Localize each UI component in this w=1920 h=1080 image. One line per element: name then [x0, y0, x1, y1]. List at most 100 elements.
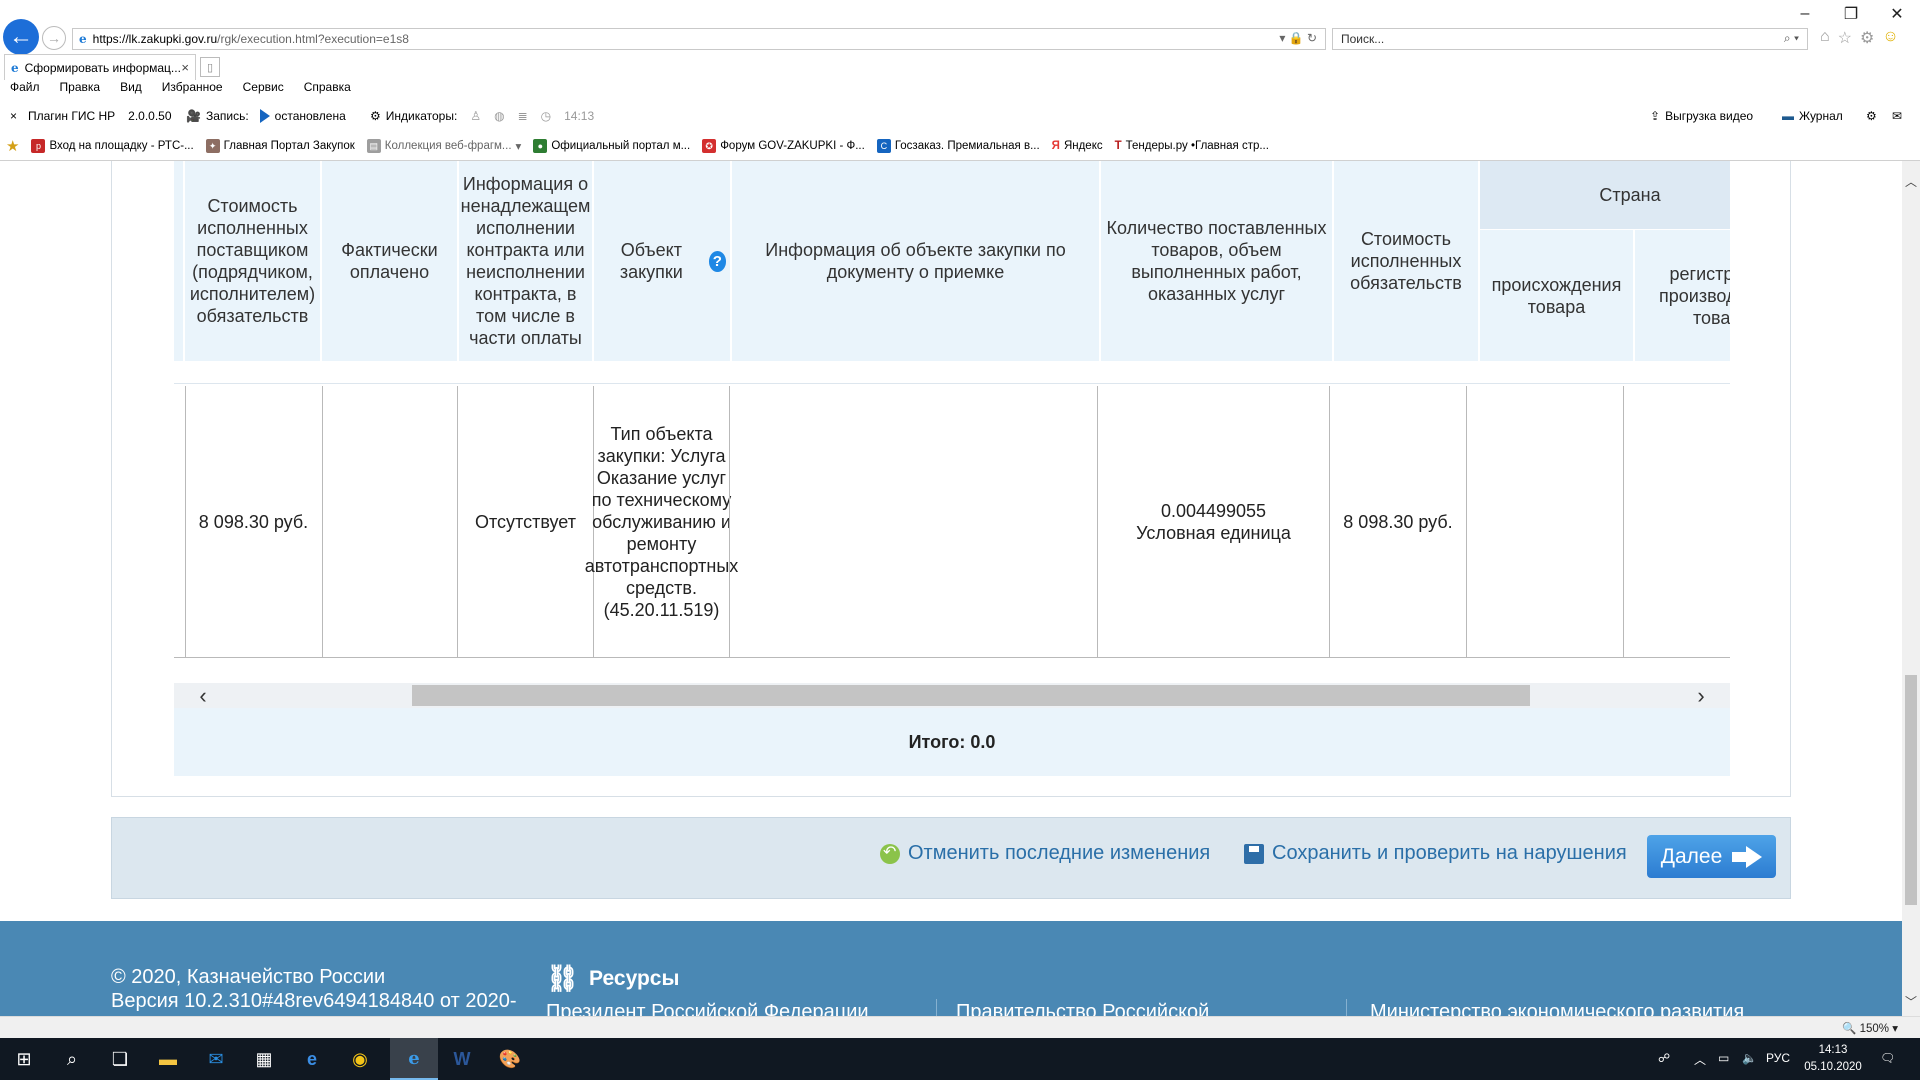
fav-link-official-portal[interactable]: ● Официальный портал м...	[533, 139, 690, 153]
undo-changes-link[interactable]: Отменить последние изменения	[880, 842, 1210, 865]
plugin-settings-icon[interactable]: ⚙	[1866, 109, 1877, 123]
zoom-control[interactable]: 🔍 150% ▾	[1842, 1021, 1898, 1035]
fav-label: Яндекс	[1063, 140, 1103, 152]
header-quantity: Количество поставленных товаров, объем в…	[1101, 161, 1333, 361]
scroll-thumb[interactable]	[412, 685, 1530, 706]
folder-icon: ▬	[1782, 109, 1794, 123]
close-window-icon[interactable]: ✕	[1874, 0, 1920, 28]
cell-cost-executed: 8 098.30 руб.	[1329, 386, 1466, 657]
scroll-thumb[interactable]	[1905, 675, 1917, 905]
clock[interactable]: 14:13 05.10.2020	[1800, 1042, 1866, 1076]
menu-help[interactable]: Справка	[304, 80, 351, 100]
clock-time: 14:13	[1818, 1044, 1848, 1056]
help-icon[interactable]: ?	[708, 250, 726, 272]
back-button[interactable]: ←	[3, 19, 39, 55]
link-chain-icon: ⛓	[546, 963, 580, 993]
page-viewport: Стоимость исполненных поставщиком (подря…	[0, 161, 1902, 1016]
yandex-icon: Я	[1051, 140, 1060, 152]
volume-icon[interactable]: 🔈	[1742, 1051, 1757, 1065]
menu-file[interactable]: Файл	[10, 80, 40, 100]
zoom-icon: 🔍	[1842, 1023, 1857, 1035]
status-bar: 🔍 150% ▾	[0, 1016, 1920, 1038]
cell-country-registration	[1623, 386, 1730, 657]
address-bar[interactable]: e https://lk.zakupki.gov.ru/rgk/executio…	[72, 28, 1326, 50]
table-header-edge	[174, 161, 184, 361]
tab-close-button[interactable]: ×	[181, 60, 189, 75]
portal-icon: ●	[533, 139, 548, 153]
search-icon[interactable]: ⌕ ▾	[1784, 31, 1799, 46]
favorites-star-add-icon[interactable]: ★	[6, 137, 19, 155]
menu-edit[interactable]: Правка	[60, 80, 101, 100]
menu-favorites[interactable]: Избранное	[162, 80, 223, 100]
scroll-left-icon[interactable]: ‹	[188, 683, 218, 708]
address-tools[interactable]: ▾ 🔒 ↻	[1279, 31, 1317, 45]
export-icon: ⇪	[1650, 109, 1661, 123]
goszakaz-icon: C	[876, 139, 891, 153]
notifications-icon[interactable]: 🗨	[1880, 1051, 1895, 1065]
indicators: ⚙ Индикаторы: ♙ ◍ ≣ ◷ 14:13	[370, 109, 594, 123]
save-label: Сохранить и проверить на нарушения	[1272, 842, 1627, 864]
export-video-button[interactable]: ⇪ Выгрузка видео	[1650, 109, 1753, 123]
chevron-down-icon: ▾	[515, 141, 522, 153]
scroll-down-icon[interactable]: ﹀	[1902, 993, 1920, 1010]
page-vertical-scrollbar[interactable]: ︿ ﹀	[1902, 161, 1920, 1016]
row-divider	[174, 657, 1730, 658]
fav-label: Вход на площадку - РТС-...	[49, 140, 194, 152]
fav-link-forum[interactable]: ✪ Форум GOV-ZAKUPKI - Ф...	[702, 139, 865, 153]
play-icon	[259, 109, 270, 123]
new-tab-button[interactable]: ▯	[200, 57, 220, 77]
zoom-level: 150%	[1859, 1023, 1890, 1035]
network-icon[interactable]: ▭	[1718, 1051, 1729, 1065]
save-check-link[interactable]: Сохранить и проверить на нарушения	[1244, 842, 1627, 865]
ie-tab-icon: e	[11, 60, 19, 75]
scroll-up-icon[interactable]: ︿	[1902, 173, 1920, 190]
header-actually-paid: Фактически оплачено	[322, 161, 458, 361]
url-path: /rgk/execution.html?execution=e1s8	[217, 32, 409, 46]
fav-label: Главная Портал Закупок	[223, 140, 355, 152]
tenders-icon: T	[1114, 140, 1122, 152]
fav-link-rts[interactable]: р Вход на площадку - РТС-...	[31, 139, 194, 153]
window-controls: – ❐ ✕	[1782, 0, 1920, 28]
smiley-icon[interactable]: ☺	[1882, 28, 1898, 48]
record-status[interactable]: 🎥 Запись: остановлена	[186, 109, 346, 123]
fav-label: Форум GOV-ZAKUPKI - Ф...	[720, 140, 865, 152]
plugin-close-button[interactable]: ×	[10, 109, 17, 123]
emblem-icon: ✦	[205, 139, 220, 153]
plugin-toolbar: × Плагин ГИС НР 2.0.0.50 🎥 Запись: остан…	[0, 104, 1920, 130]
export-video-label: Выгрузка видео	[1665, 109, 1754, 123]
tab-strip: e Сформировать информац... × ▯	[0, 54, 1920, 80]
favorites-star-icon[interactable]: ☆	[1838, 28, 1852, 48]
fav-link-yandex[interactable]: Я Яндекс	[1052, 140, 1103, 152]
home-icon[interactable]: ⌂	[1820, 28, 1830, 48]
tab-active[interactable]: e Сформировать информац... ×	[4, 54, 196, 80]
journal-button[interactable]: ▬ Журнал	[1782, 109, 1843, 123]
indicators-icon: ⚙	[370, 109, 381, 123]
header-object-info: Информация об объекте закупки по докумен…	[732, 161, 1100, 361]
tray-chevron-icon[interactable]: ︿	[1694, 1051, 1706, 1068]
footer-link-economy-ministry[interactable]: Министерство экономического развития	[1370, 1001, 1744, 1016]
next-button[interactable]: Далее	[1647, 835, 1776, 878]
fav-link-portal-zakupok[interactable]: ✦ Главная Портал Закупок	[205, 139, 355, 153]
mail-icon[interactable]: ✉	[1892, 109, 1902, 123]
record-label: Запись:	[205, 109, 249, 123]
menu-tools[interactable]: Сервис	[243, 80, 284, 100]
people-icon[interactable]: ☍	[1658, 1051, 1670, 1065]
search-input[interactable]: Поиск... ⌕ ▾	[1332, 28, 1808, 50]
clock-date: 05.10.2020	[1804, 1061, 1862, 1073]
header-country: Страна	[1480, 161, 1730, 229]
indicator-time: 14:13	[564, 109, 595, 123]
keyboard-language[interactable]: РУС	[1766, 1051, 1790, 1065]
menu-view[interactable]: Вид	[120, 80, 142, 100]
fav-link-tenders[interactable]: T Тендеры.ру •Главная стр...	[1115, 140, 1269, 152]
scroll-right-icon[interactable]: ›	[1686, 683, 1716, 708]
footer-link-president[interactable]: Президент Российской Федерации	[546, 1001, 869, 1016]
undo-label: Отменить последние изменения	[908, 842, 1211, 864]
fav-link-webslice[interactable]: ▤ Коллекция веб-фрагм... ▾	[366, 139, 522, 153]
table-horizontal-scrollbar[interactable]: ‹ ›	[174, 683, 1730, 708]
fav-link-goszakaz[interactable]: C Госзаказ. Премиальная в...	[876, 139, 1040, 153]
minimize-icon[interactable]: –	[1782, 0, 1828, 28]
footer-link-government[interactable]: Правительство Российской	[956, 1001, 1209, 1016]
gear-icon[interactable]: ⚙	[1860, 28, 1874, 48]
forward-button[interactable]: →	[42, 26, 66, 50]
restore-icon[interactable]: ❐	[1828, 0, 1874, 28]
